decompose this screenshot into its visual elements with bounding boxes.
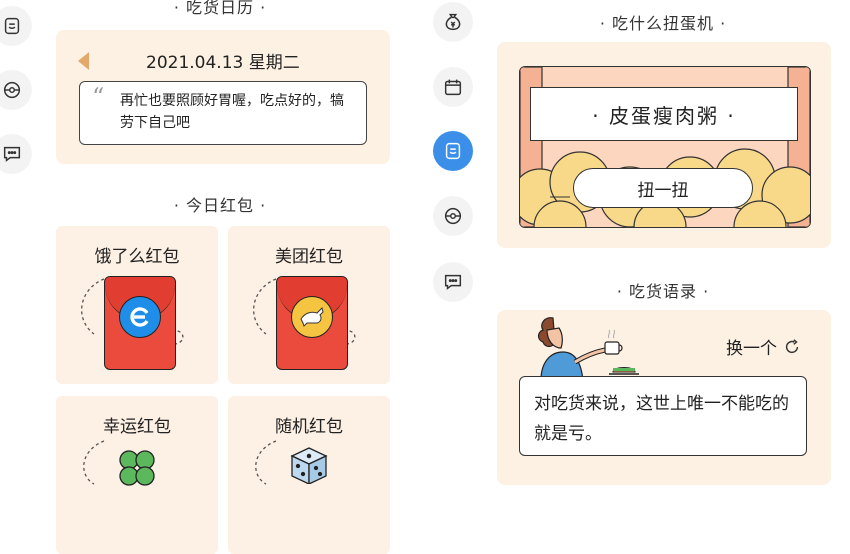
refresh-quote-label: 换一个 [726,339,777,359]
random-packet-label: 随机红包 [275,417,343,437]
red-envelope [104,276,176,370]
calendar-quote-box: “ 再忙也要照顾好胃喔，吃点好的，犒劳下自己吧 [79,81,367,145]
quote-mark-icon: “ [92,83,105,111]
gacha-section-title: · 吃什么扭蛋机 · [599,14,727,33]
foodie-quote-box: 对吃货来说，这世上唯一不能吃的就是亏。 [519,376,807,456]
meituan-packet-label: 美团红包 [275,247,343,267]
lucky-packet-label: 幸运红包 [103,417,171,437]
lucky-packet-card[interactable]: 幸运红包 [56,396,218,554]
calendar-quote-text: 再忙也要照顾好胃喔，吃点好的，犒劳下自己吧 [120,93,344,131]
random-packet-card[interactable]: 随机红包 [228,396,390,554]
rail-chat-icon[interactable] [433,262,473,302]
red-packets-section-title: · 今日红包 · [173,196,267,215]
calendar-date: 2021.04.13 星期二 [146,53,300,73]
quotes-section-title: · 吃货语录 · [616,282,710,301]
foodie-quote-text: 对吃货来说，这世上唯一不能吃的就是亏。 [534,394,789,444]
rail-chat-icon[interactable] [0,134,32,174]
eleme-packet-card[interactable]: 饿了么红包 [56,226,218,384]
dice-icon [290,447,328,484]
eleme-packet-label: 饿了么红包 [94,247,180,267]
eleme-logo-icon [119,296,161,338]
rail-cup-icon[interactable] [0,6,32,46]
rail-money-bag-icon[interactable] [433,2,473,42]
rail-calendar-icon[interactable] [433,67,473,107]
rail-cup-active-icon[interactable] [433,131,473,171]
refresh-icon [785,338,799,353]
calendar-section-title: · 吃货日历 · [173,0,267,17]
meituan-packet-card[interactable]: 美团红包 [228,226,390,384]
rail-gacha-icon[interactable] [0,70,32,110]
red-envelope [276,276,348,370]
gacha-result-panel: · 皮蛋瘦肉粥 · [530,87,798,141]
four-leaf-clover-icon [119,450,155,486]
meituan-kangaroo-icon [291,296,333,338]
prev-day-arrow-icon[interactable] [78,52,89,70]
spin-button[interactable]: 扭一扭 [573,168,753,208]
rail-gacha-icon[interactable] [433,196,473,236]
refresh-quote-button[interactable]: 换一个 [726,334,801,359]
foodie-woman-illustration [537,317,639,380]
